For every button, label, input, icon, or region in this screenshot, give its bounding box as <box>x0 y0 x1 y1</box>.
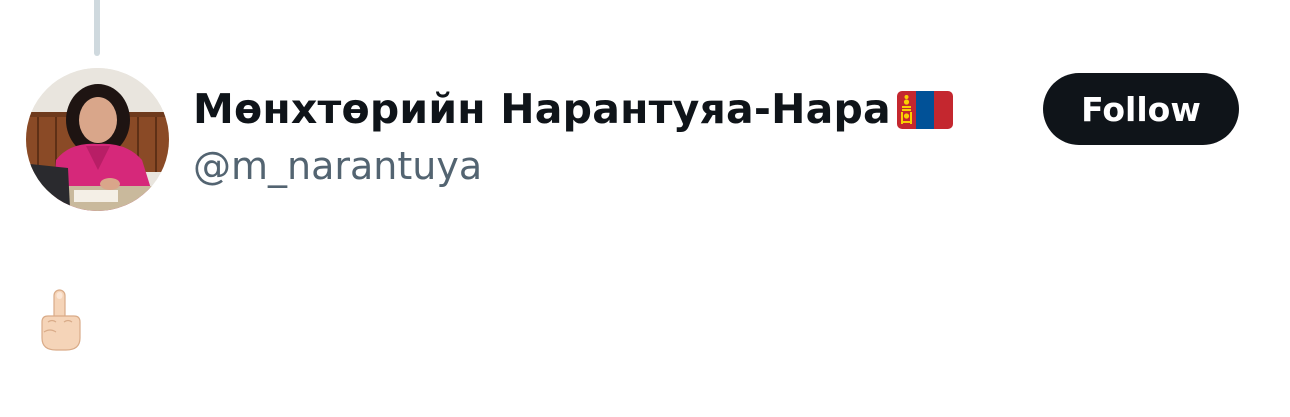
user-info: Мөнхтөрийн Нарантуяа-Нара @m_narantuya <box>193 80 953 188</box>
display-name[interactable]: Мөнхтөрийн Нарантуяа-Нара <box>193 85 891 133</box>
middle-finger-emoji-icon <box>41 289 81 351</box>
thread-connector-line <box>94 0 100 56</box>
display-name-row[interactable]: Мөнхтөрийн Нарантуяа-Нара <box>193 80 953 138</box>
user-handle[interactable]: @m_narantuya <box>193 144 953 188</box>
tweet-text <box>36 288 86 354</box>
mongolia-flag-icon <box>896 91 953 129</box>
avatar-image <box>26 68 169 211</box>
avatar[interactable] <box>26 68 169 211</box>
follow-button[interactable]: Follow <box>1043 73 1239 145</box>
